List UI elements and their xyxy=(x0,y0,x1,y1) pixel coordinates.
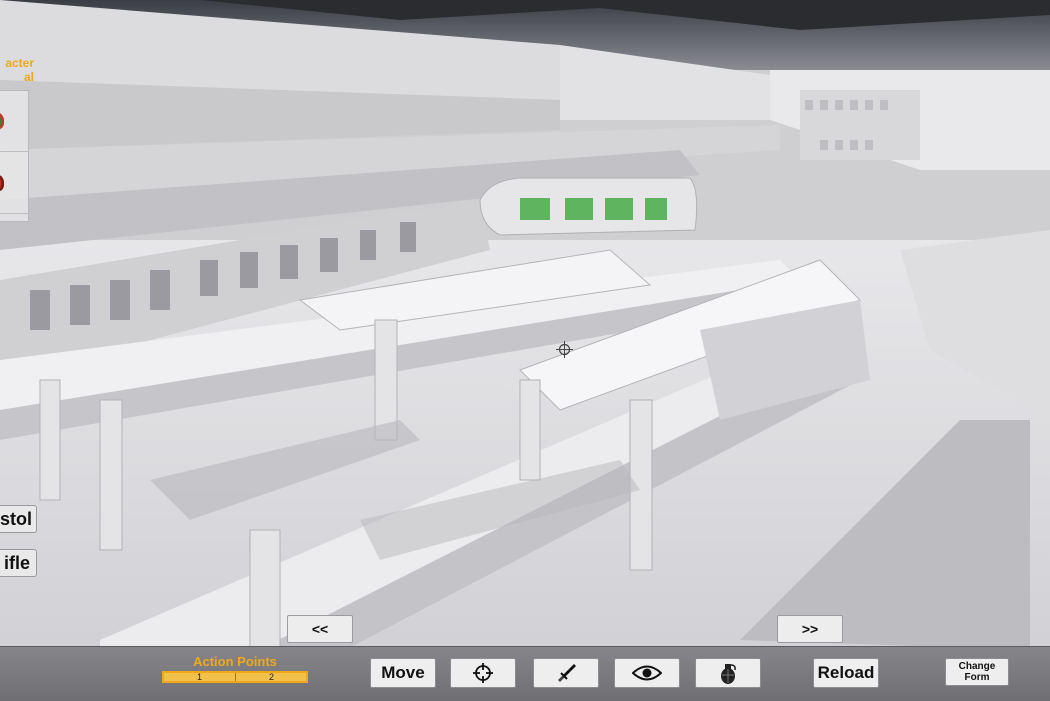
eye-icon xyxy=(632,665,662,681)
change-form-label-line1: Change xyxy=(958,661,996,672)
character-slot-2[interactable] xyxy=(0,153,28,214)
change-form-label-line2: Form xyxy=(964,672,990,683)
grenade-button[interactable] xyxy=(695,658,761,688)
character-panel xyxy=(0,90,29,222)
action-point-2: 2 xyxy=(268,672,274,682)
character-panel-title: acter al xyxy=(0,56,34,84)
grenade-icon xyxy=(721,664,736,684)
pistol-button[interactable]: stol xyxy=(0,505,37,533)
aim-shoot-button[interactable] xyxy=(450,658,516,688)
character-title-line2: al xyxy=(23,70,34,84)
crosshair-icon xyxy=(473,663,493,683)
change-form-button[interactable]: Change Form xyxy=(945,658,1009,686)
reload-button[interactable]: Reload xyxy=(813,658,879,688)
next-character-button[interactable]: >> xyxy=(777,615,843,643)
action-points-bar: 1 2 xyxy=(162,671,308,683)
crosshair-reticle-icon xyxy=(556,341,573,358)
knife-icon xyxy=(558,664,576,682)
move-button[interactable]: Move xyxy=(370,658,436,688)
overwatch-button[interactable] xyxy=(614,658,680,688)
game-viewport[interactable] xyxy=(0,0,1050,700)
character-title-line1: acter xyxy=(5,56,34,70)
rifle-button[interactable]: ifle xyxy=(0,549,37,577)
character-slot-1[interactable] xyxy=(0,91,28,152)
action-point-1: 1 xyxy=(164,673,236,682)
character-portrait-2 xyxy=(0,175,4,191)
action-bar xyxy=(0,646,1050,701)
melee-attack-button[interactable] xyxy=(533,658,599,688)
previous-character-button[interactable]: << xyxy=(287,615,353,643)
action-points-label: Action Points xyxy=(193,654,277,669)
character-portrait-1 xyxy=(0,113,4,129)
